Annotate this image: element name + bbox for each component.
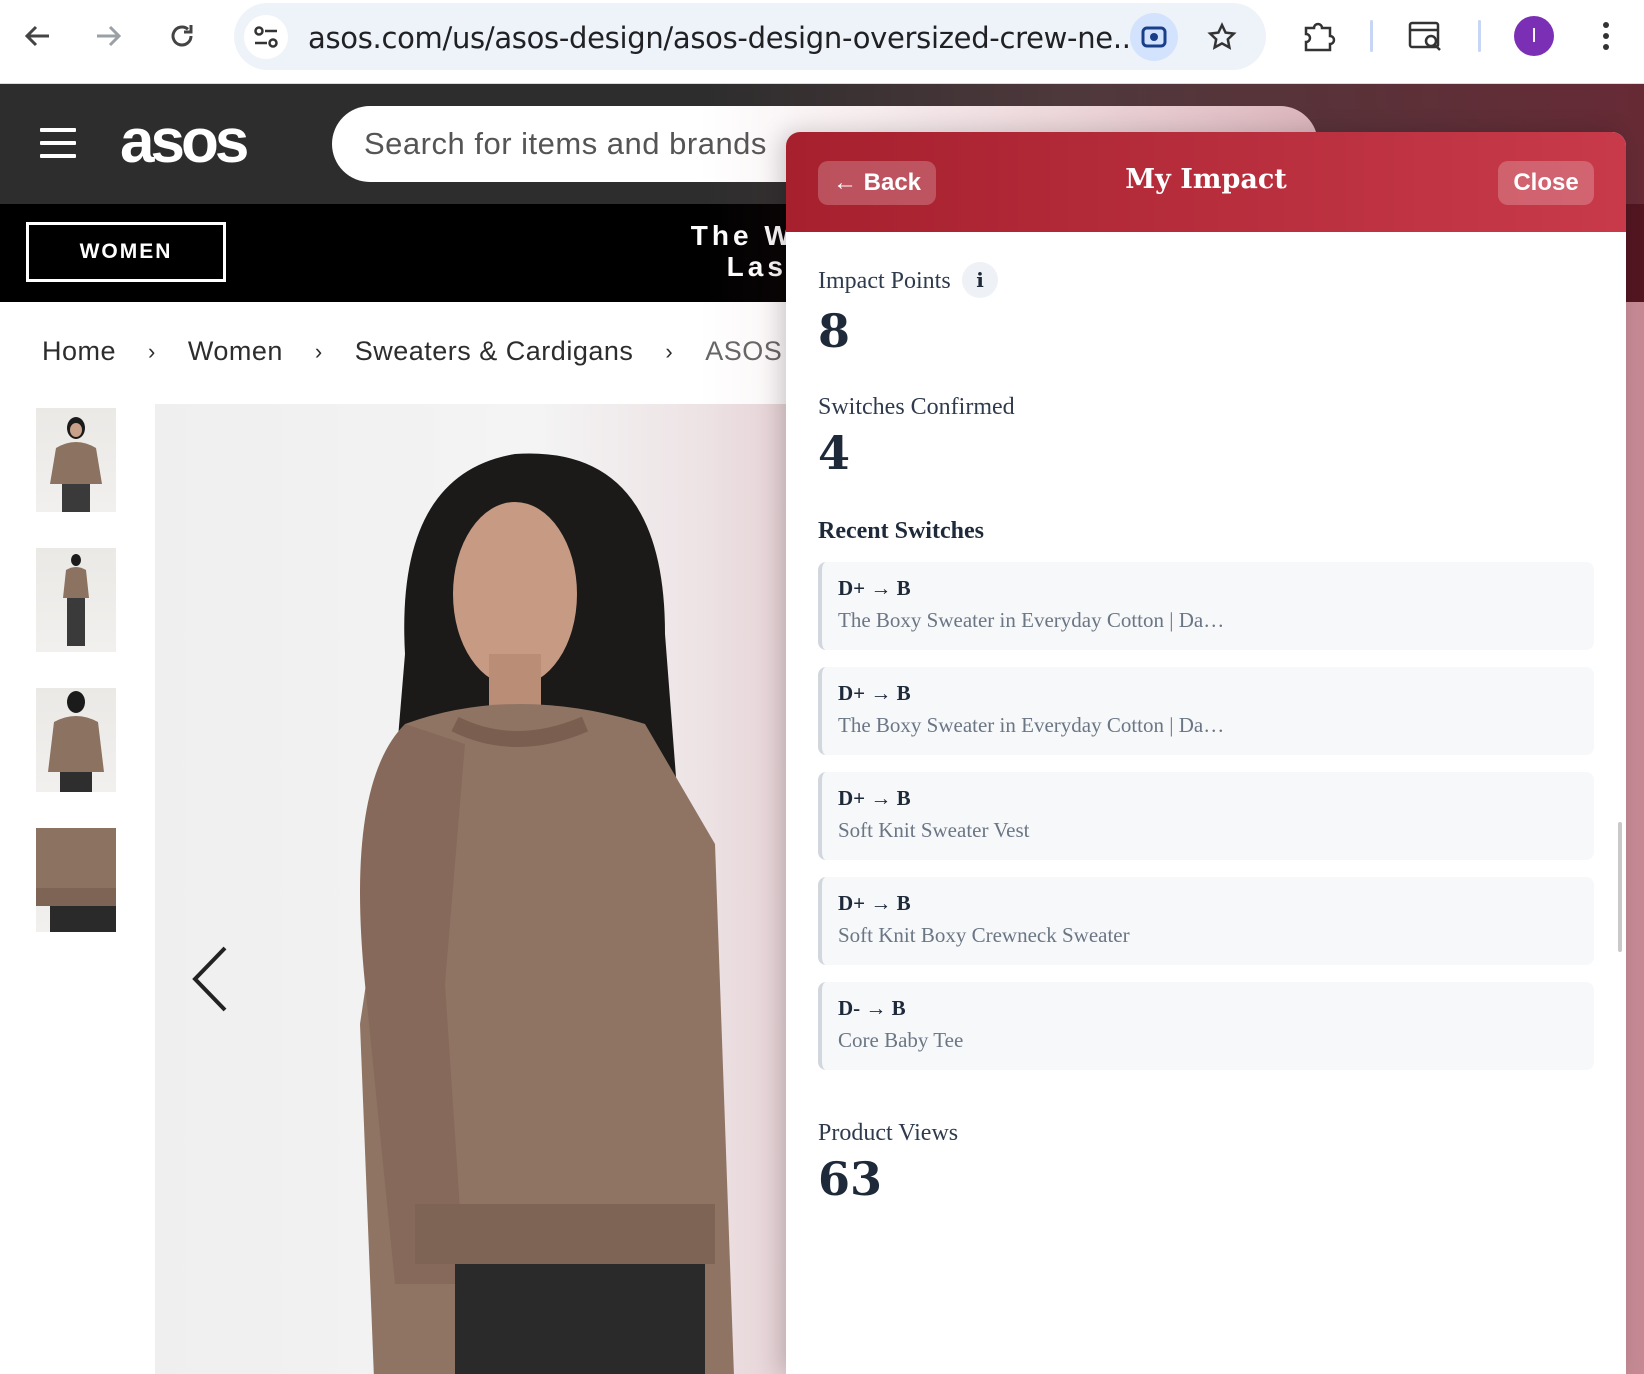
asos-logo[interactable]: asos: [120, 106, 249, 177]
switch-grade: D+ → B: [838, 891, 911, 915]
product-thumbnail[interactable]: [36, 688, 116, 792]
tab-search-icon[interactable]: [1404, 14, 1448, 58]
switches-confirmed-value: 4: [818, 426, 851, 480]
back-arrow-icon[interactable]: [18, 16, 58, 56]
panel-scrollbar[interactable]: [1618, 822, 1622, 952]
reload-icon[interactable]: [162, 16, 202, 56]
panel-header: ← Back My Impact Close: [786, 132, 1626, 232]
close-button[interactable]: Close: [1498, 161, 1594, 205]
recent-switches-title: Recent Switches: [818, 518, 984, 544]
url-text[interactable]: asos.com/us/asos-design/asos-design-over…: [308, 21, 1140, 55]
list-item[interactable]: D- → B Core Baby Tee: [818, 982, 1594, 1070]
product-views-value: 63: [818, 1152, 883, 1206]
switch-product-name: Soft Knit Sweater Vest: [838, 818, 1030, 842]
search-placeholder: Search for items and brands: [364, 126, 767, 161]
list-item[interactable]: D+ → B Soft Knit Sweater Vest: [818, 772, 1594, 860]
switch-grade: D+ → B: [838, 786, 911, 810]
info-icon[interactable]: i: [962, 262, 998, 298]
bookmark-star-icon[interactable]: [1200, 15, 1244, 59]
lens-icon[interactable]: [1130, 13, 1178, 61]
product-thumbnail[interactable]: [36, 828, 116, 932]
breadcrumb-separator: ›: [148, 338, 156, 364]
product-thumbnail[interactable]: [36, 408, 116, 512]
recent-switches-list: D+ → B The Boxy Sweater in Everyday Cott…: [818, 562, 1594, 1087]
product-thumbnail[interactable]: [36, 548, 116, 652]
product-views-label: Product Views: [818, 1120, 959, 1146]
breadcrumb-separator: ›: [665, 338, 674, 364]
switch-grade: D- → B: [838, 996, 906, 1020]
list-item[interactable]: D+ → B The Boxy Sweater in Everyday Cott…: [818, 667, 1594, 755]
women-button[interactable]: WOMEN: [26, 222, 226, 282]
address-bar[interactable]: asos.com/us/asos-design/asos-design-over…: [234, 3, 1266, 70]
list-item[interactable]: D+ → B The Boxy Sweater in Everyday Cott…: [818, 562, 1594, 650]
breadcrumb-women[interactable]: Women: [188, 336, 283, 367]
switches-confirmed-label: Switches Confirmed: [818, 394, 1015, 420]
previous-image-arrow-icon[interactable]: [189, 944, 229, 1014]
hamburger-menu-icon[interactable]: [40, 128, 76, 158]
switch-product-name: Core Baby Tee: [838, 1028, 964, 1052]
switch-grade: D+ → B: [838, 576, 911, 600]
breadcrumb-sweaters[interactable]: Sweaters & Cardigans: [355, 336, 634, 367]
screen: asos.com/us/asos-design/asos-design-over…: [0, 0, 1644, 1374]
my-impact-panel: ← Back My Impact Close Impact Points i 8…: [786, 132, 1626, 1374]
switch-product-name: Soft Knit Boxy Crewneck Sweater: [838, 923, 1130, 947]
product-main-image[interactable]: [155, 404, 795, 1374]
impact-points-label: Impact Points: [818, 268, 951, 294]
forward-arrow-icon[interactable]: [88, 16, 128, 56]
switch-grade: D+ → B: [838, 681, 911, 705]
impact-points-value: 8: [818, 304, 851, 358]
list-item[interactable]: D+ → B Soft Knit Boxy Crewneck Sweater: [818, 877, 1594, 965]
breadcrumb-separator: ›: [314, 338, 323, 364]
toolbar-divider: [1370, 20, 1373, 52]
site-info-icon[interactable]: [244, 15, 288, 59]
toolbar-divider: [1478, 20, 1481, 52]
profile-avatar[interactable]: I: [1514, 16, 1554, 56]
kebab-menu-icon[interactable]: [1584, 14, 1628, 58]
breadcrumb: Home › Women › Sweaters & Cardigans › AS…: [42, 336, 829, 367]
browser-toolbar: asos.com/us/asos-design/asos-design-over…: [0, 0, 1644, 84]
switch-product-name: The Boxy Sweater in Everyday Cotton | Da…: [838, 608, 1225, 632]
extensions-icon[interactable]: [1296, 14, 1340, 58]
switch-product-name: The Boxy Sweater in Everyday Cotton | Da…: [838, 713, 1225, 737]
breadcrumb-home[interactable]: Home: [42, 336, 116, 367]
